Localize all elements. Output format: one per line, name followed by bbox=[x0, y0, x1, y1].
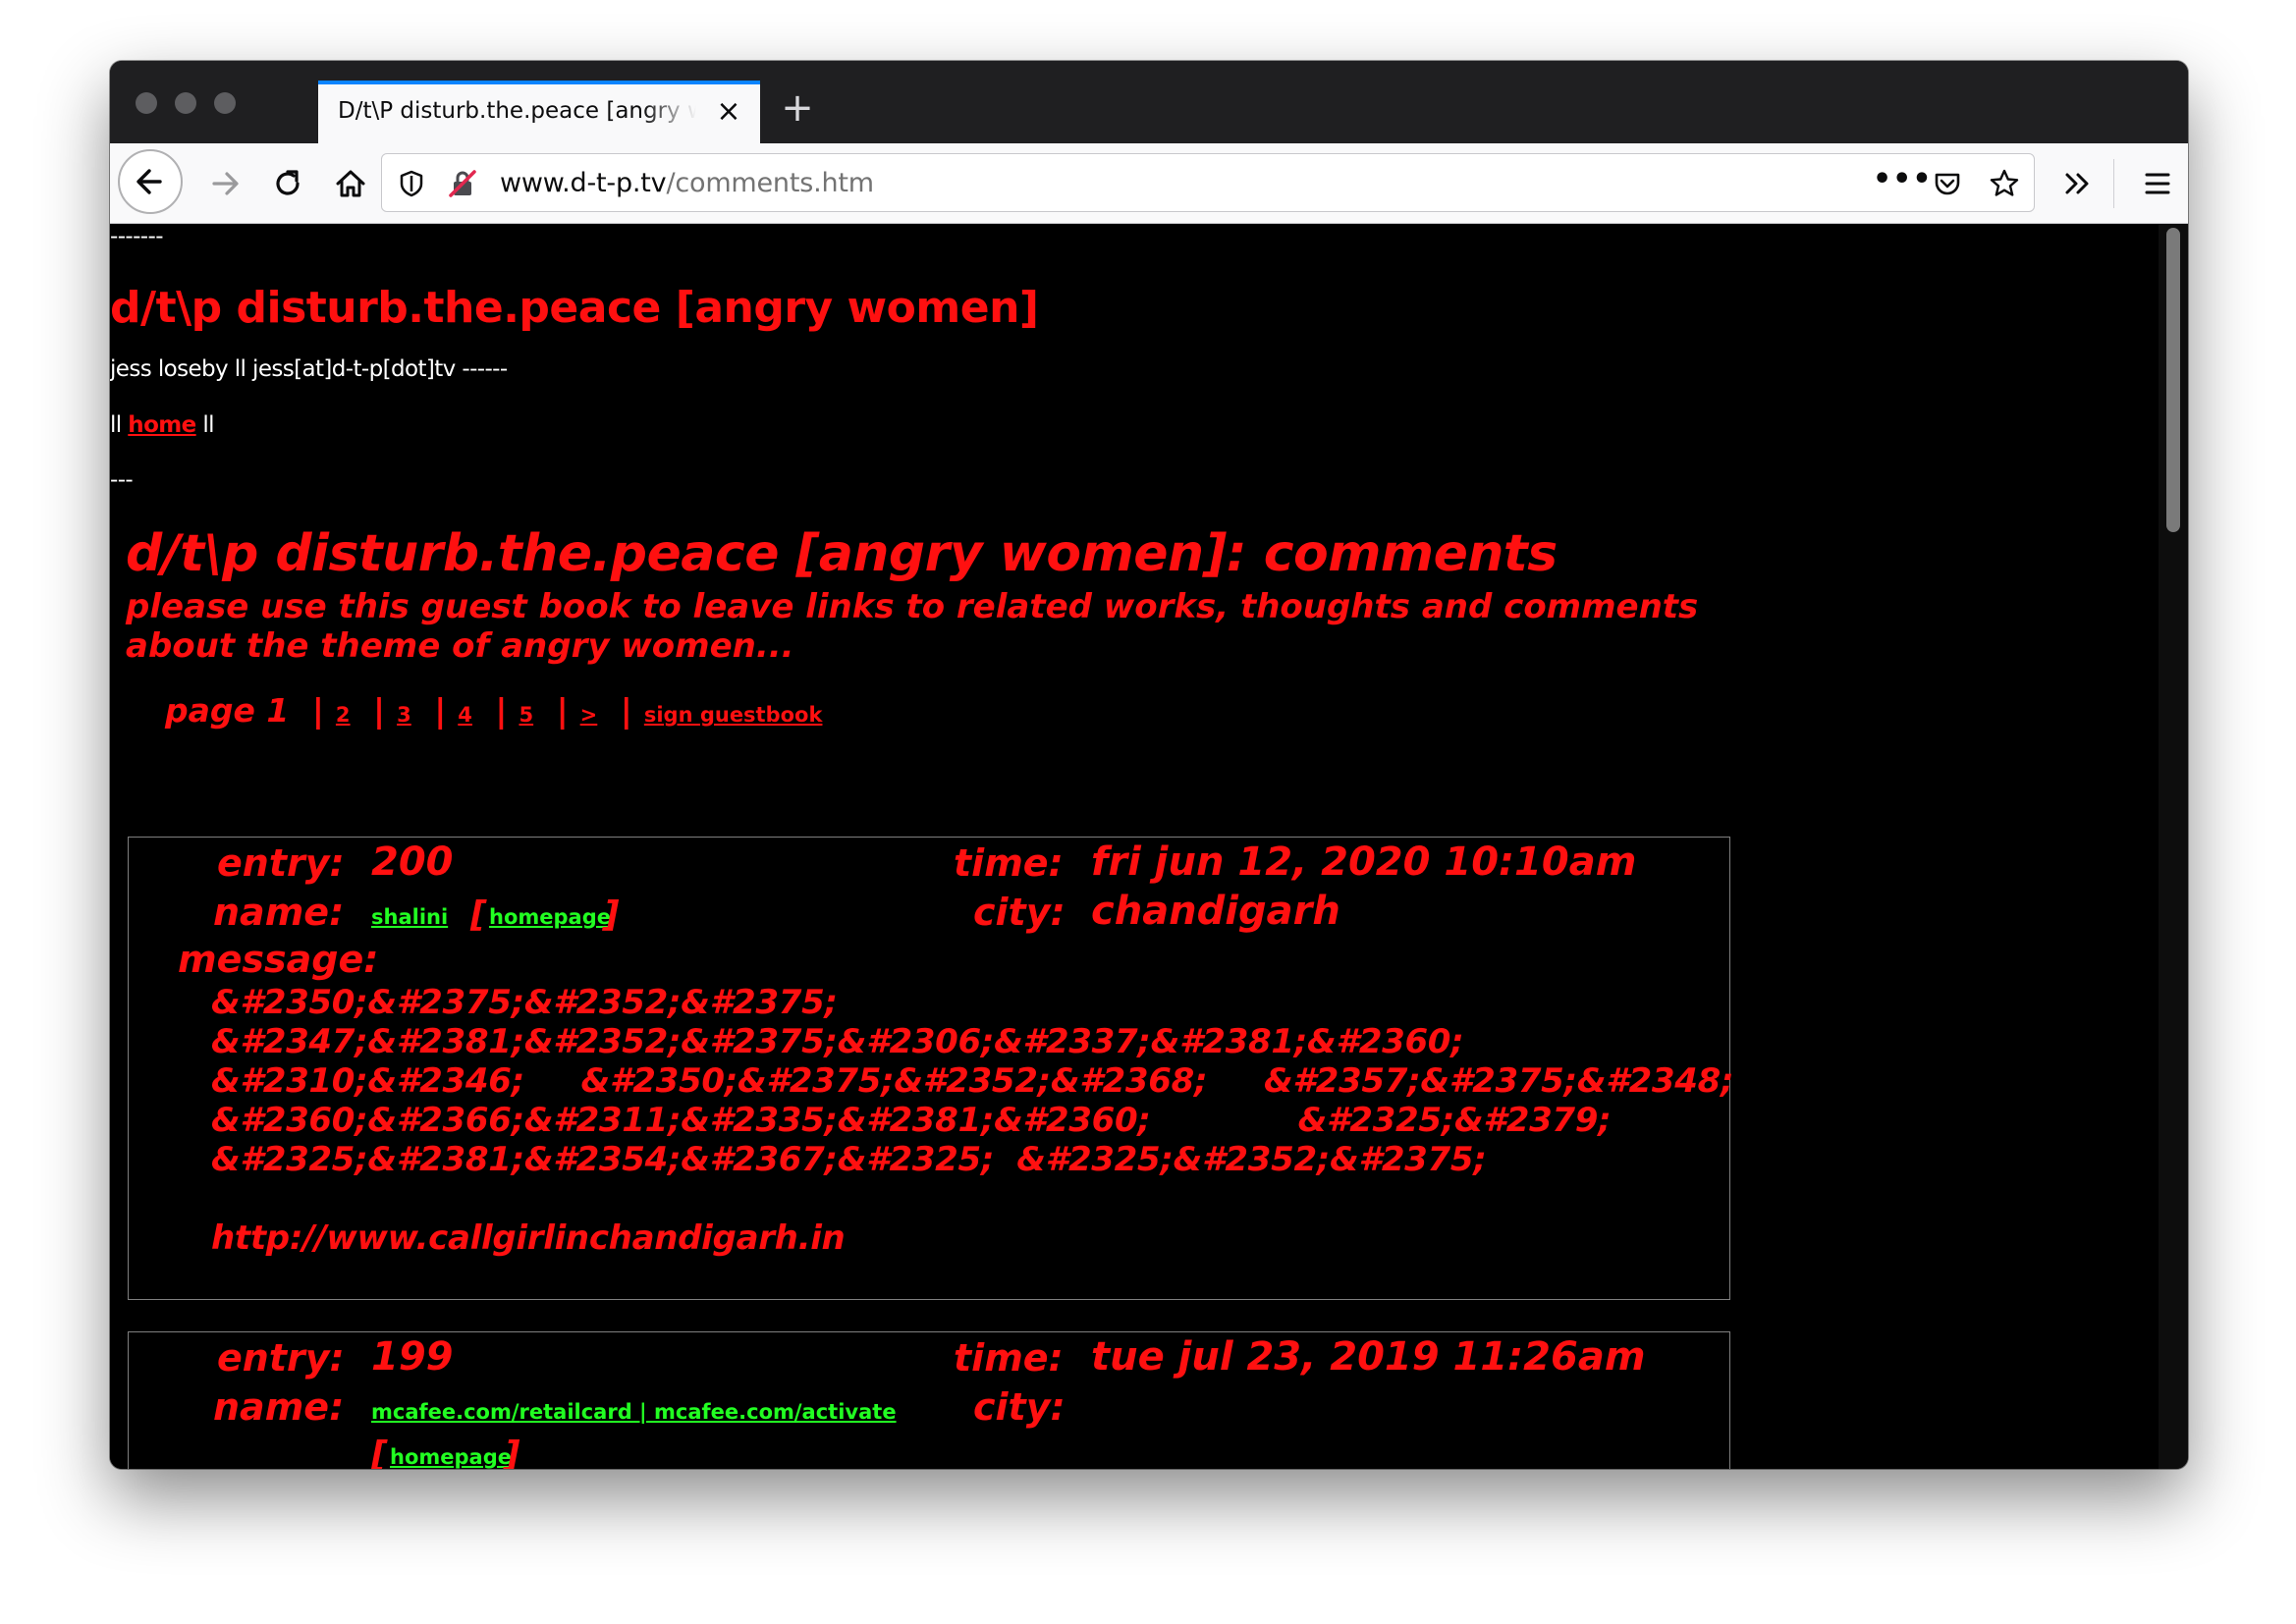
new-tab-icon[interactable]: + bbox=[776, 86, 819, 130]
city-label: city: bbox=[973, 891, 1066, 934]
message-line: &#2325;&#2381;&#2354;&#2367;&#2325; &#23… bbox=[211, 1140, 1487, 1179]
hamburger-icon bbox=[2145, 173, 2170, 194]
homepage-link[interactable]: homepage bbox=[489, 905, 611, 929]
entry-city: chandigarh bbox=[1091, 889, 1340, 934]
page-content: ------- d/t\p disturb.the.peace [angry w… bbox=[110, 224, 2159, 1469]
name-label: name: bbox=[213, 891, 345, 934]
forward-button[interactable] bbox=[200, 159, 249, 208]
scrollbar-thumb[interactable] bbox=[2166, 228, 2180, 532]
tab-strip: D/t\P disturb.the.peace [angry women] × … bbox=[110, 61, 2188, 143]
message-line: &#2360;&#2366;&#2311;&#2335;&#2381;&#236… bbox=[211, 1101, 1612, 1140]
page-link-next[interactable]: > bbox=[580, 703, 598, 727]
tab-active[interactable]: D/t\P disturb.the.peace [angry women] × bbox=[318, 81, 760, 143]
message-label: message: bbox=[178, 938, 379, 981]
overflow-menu-button[interactable] bbox=[2052, 159, 2102, 208]
url-text[interactable]: www.d-t-p.tv/comments.htm bbox=[500, 168, 874, 198]
insecure-lock-icon[interactable] bbox=[447, 168, 478, 199]
page-link-4[interactable]: 4 bbox=[458, 703, 472, 727]
url-host: www.d-t-p.tv bbox=[500, 168, 667, 198]
nav-prefix: ll bbox=[110, 412, 129, 438]
reload-icon bbox=[276, 170, 300, 195]
minimize-window-icon[interactable] bbox=[175, 92, 196, 114]
home-link[interactable]: home bbox=[128, 412, 196, 438]
hamburger-menu-button[interactable] bbox=[2133, 159, 2182, 208]
guestbook-entry: entry: 199 time: tue jul 23, 2019 11:26a… bbox=[128, 1331, 1730, 1469]
home-icon bbox=[336, 170, 365, 197]
entry-label: entry: bbox=[217, 841, 345, 885]
nav-links: ll home ll bbox=[110, 412, 215, 438]
time-label: time: bbox=[954, 1336, 1064, 1380]
home-button[interactable] bbox=[326, 159, 375, 208]
byline: jess loseby ll jess[at]d-t-p[dot]tv ----… bbox=[110, 356, 508, 382]
comments-heading: d/t\p disturb.the.peace [angry women]: c… bbox=[126, 524, 1558, 583]
entry-label: entry: bbox=[217, 1336, 345, 1380]
bracket-open: [ bbox=[470, 894, 487, 935]
url-bar[interactable]: www.d-t-p.tv/comments.htm ••• bbox=[381, 153, 2035, 212]
author-name-link[interactable]: mcafee.com/retailcard | mcafee.com/activ… bbox=[371, 1400, 897, 1424]
author-name-link[interactable]: shalini bbox=[371, 905, 448, 929]
browser-window: D/t\P disturb.the.peace [angry women] × … bbox=[110, 61, 2188, 1469]
entry-number: 199 bbox=[371, 1334, 454, 1380]
page-link-5[interactable]: 5 bbox=[519, 703, 533, 727]
name-label: name: bbox=[213, 1385, 345, 1429]
forward-arrow-icon bbox=[212, 172, 239, 195]
bracket-close: ] bbox=[504, 1435, 520, 1469]
vertical-scrollbar[interactable] bbox=[2159, 224, 2188, 1469]
pocket-icon[interactable] bbox=[1932, 168, 1963, 199]
reload-button[interactable] bbox=[263, 159, 312, 208]
city-label: city: bbox=[973, 1385, 1066, 1429]
nav-suffix: ll bbox=[195, 412, 214, 438]
message-url: http://www.callgirlinchandigarh.in bbox=[211, 1218, 846, 1258]
homepage-link[interactable]: homepage bbox=[390, 1445, 512, 1469]
top-dashes: ------- bbox=[110, 224, 164, 249]
back-arrow-icon bbox=[137, 169, 162, 194]
site-title: d/t\p disturb.the.peace [angry women] bbox=[110, 283, 1039, 333]
url-path: /comments.htm bbox=[666, 168, 874, 198]
message-line: &#2347;&#2381;&#2352;&#2375;&#2306;&#233… bbox=[211, 1022, 1464, 1061]
guestbook-entry: entry: 200 time: fri jun 12, 2020 10:10a… bbox=[128, 837, 1734, 1300]
page-link-2[interactable]: 2 bbox=[336, 703, 351, 727]
close-window-icon[interactable] bbox=[136, 92, 157, 114]
toolbar-separator bbox=[2113, 159, 2114, 208]
navigation-bar: www.d-t-p.tv/comments.htm ••• bbox=[110, 143, 2188, 224]
entry-time: tue jul 23, 2019 11:26am bbox=[1091, 1334, 1646, 1380]
bookmark-star-icon[interactable] bbox=[1989, 168, 2020, 199]
time-label: time: bbox=[954, 841, 1064, 885]
message-line: &#2310;&#2346; &#2350;&#2375;&#2352;&#23… bbox=[211, 1061, 1734, 1101]
bracket-close: ] bbox=[603, 894, 620, 935]
pagination: page 1 | 2 | 3 | 4 | 5 | > | sign guestbook bbox=[165, 691, 823, 730]
message-line: &#2350;&#2375;&#2352;&#2375; bbox=[211, 983, 838, 1022]
intro-text: please use this guest book to leave link… bbox=[126, 587, 1699, 666]
chevron-double-right-icon bbox=[2065, 173, 2089, 194]
entry-number: 200 bbox=[371, 839, 454, 885]
tracking-shield-icon[interactable] bbox=[396, 168, 427, 199]
current-page: page 1 bbox=[165, 691, 290, 730]
sign-guestbook-link[interactable]: sign guestbook bbox=[644, 703, 823, 727]
divider: --- bbox=[110, 467, 134, 493]
bracket-open: [ bbox=[371, 1435, 388, 1469]
maximize-window-icon[interactable] bbox=[214, 92, 236, 114]
page-link-3[interactable]: 3 bbox=[397, 703, 411, 727]
tab-title: D/t\P disturb.the.peace [angry women] bbox=[338, 98, 696, 124]
tab-close-icon[interactable]: × bbox=[715, 97, 742, 127]
entry-time: fri jun 12, 2020 10:10am bbox=[1091, 839, 1637, 885]
page-actions-icon[interactable]: ••• bbox=[1873, 162, 1933, 196]
back-button[interactable] bbox=[118, 149, 183, 214]
